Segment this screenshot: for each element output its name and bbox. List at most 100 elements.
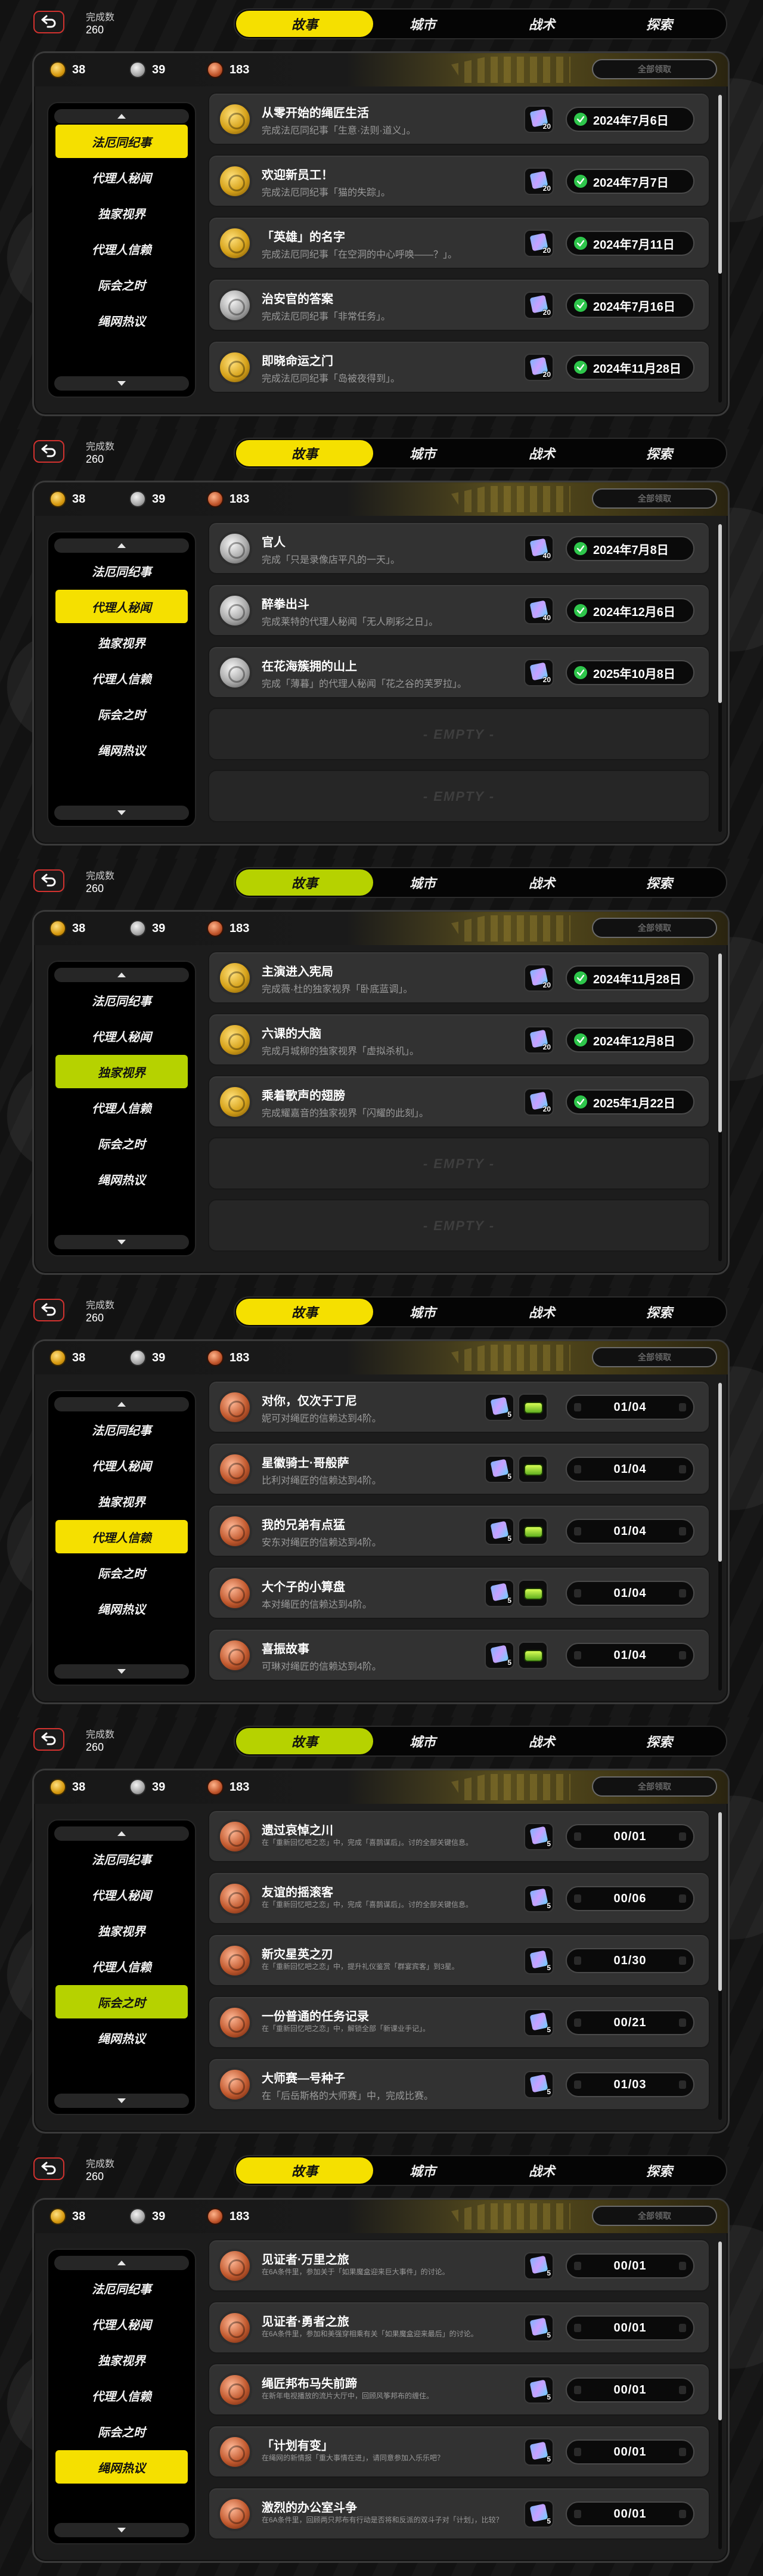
scrollbar-thumb[interactable] [718,2241,722,2420]
back-button[interactable] [33,2157,64,2180]
claim-all-button[interactable]: 全部领取 [592,2206,717,2226]
claim-all-button[interactable]: 全部领取 [592,59,717,79]
tab-explore[interactable]: 探索 [591,440,727,466]
achievement-row[interactable]: 即晓命运之门 完成法厄同纪事「岛被夜得到」。 20 2024年11月28日 [208,340,710,393]
achievement-row[interactable]: 一份普通的任务记录 在「重新回忆吧之恋」中，解锁全部「新课业手记」。 5 00/21 [208,1996,710,2048]
tab-city[interactable]: 城市 [354,11,491,37]
tab-story[interactable]: 故事 [236,11,373,37]
sidebar-item-encounter-time[interactable]: 际会之时 [55,1126,188,1160]
sidebar-item-inter-knot-hot[interactable]: 绳网热议 [55,1592,188,1625]
sidebar-scroll-up[interactable] [54,2256,189,2270]
claim-all-button[interactable]: 全部领取 [592,1776,717,1797]
achievement-row[interactable]: 大个子的小算盘 本对绳匠的信赖达到4阶。 5 01/04 [208,1566,710,1619]
achievement-row[interactable]: 见证者·勇者之旅 在6A条件里，参加和美强穿相乘有关「如果魔盒迎来最后」的讨论。 5… [208,2301,710,2354]
tab-explore[interactable]: 探索 [591,1299,727,1325]
sidebar-scroll-up[interactable] [54,538,189,553]
sidebar-item-phaethon-chronicles[interactable]: 法厄同纪事 [55,1842,188,1875]
tab-explore[interactable]: 探索 [591,869,727,896]
achievement-row[interactable]: 见证者·万里之旅 在6A条件里，参加关于「如果魔盒迎来巨大事件」的讨论。 5 00/0… [208,2239,710,2292]
tab-story[interactable]: 故事 [236,1299,373,1325]
sidebar-item-phaethon-chronicles[interactable]: 法厄同纪事 [55,983,188,1017]
sidebar-item-agent-stories[interactable]: 代理人秘闻 [55,1878,188,1911]
scrollbar-thumb[interactable] [718,1812,722,1991]
sidebar-item-encounter-time[interactable]: 际会之时 [55,2414,188,2448]
achievement-row[interactable]: 我的兄弟有点猛 安东对绳匠的信赖达到4阶。 5 01/04 [208,1504,710,1557]
tab-story[interactable]: 故事 [236,2157,373,2184]
sidebar-item-agent-stories[interactable]: 代理人秘闻 [55,160,188,194]
achievement-row[interactable]: 醉拳出斗 完成莱特的代理人秘闻「无人刷彩之日」。 40 2024年12月6日 [208,584,710,636]
list-scrollbar[interactable] [718,524,722,832]
tab-explore[interactable]: 探索 [591,2157,727,2184]
tab-story[interactable]: 故事 [236,440,373,466]
tab-city[interactable]: 城市 [354,1299,491,1325]
sidebar-item-encounter-time[interactable]: 际会之时 [55,268,188,301]
achievement-row[interactable]: 官人 完成「只是录像店平凡的一天」。 40 2024年7月8日 [208,522,710,574]
sidebar-scroll-up[interactable] [54,109,189,123]
sidebar-scroll-down[interactable] [54,806,189,820]
sidebar-item-encounter-time[interactable]: 际会之时 [55,1556,188,1589]
achievement-row[interactable]: 友谊的摇滚客 在「重新回忆吧之恋」中，完成「喜鹊谋后」。讨的全部关键信息。 5 00/… [208,1872,710,1924]
scrollbar-thumb[interactable] [718,1383,722,1562]
sidebar-item-agent-trust[interactable]: 代理人信赖 [55,661,188,695]
achievement-row[interactable]: 绳匠邦布马失前蹄 在新年电视播放的流片大厅中，回顾风筝邦布的缠住。 5 00/01 [208,2363,710,2416]
achievement-row[interactable]: 星徽骑士·哥般萨 比利对绳匠的信赖达到4阶。 5 01/04 [208,1442,710,1495]
list-scrollbar[interactable] [718,953,722,1261]
tab-tactics[interactable]: 战术 [473,869,610,896]
achievement-row[interactable]: 遗过哀悼之川 在「重新回忆吧之恋」中，完成「喜鹊谋后」。讨的全部关键信息。 5 00/… [208,1810,710,1862]
claim-all-button[interactable]: 全部领取 [592,488,717,509]
sidebar-item-inter-knot-hot[interactable]: 绳网热议 [55,733,188,766]
achievement-row[interactable]: 喜振故事 可琳对绳匠的信赖达到4阶。 5 01/04 [208,1628,710,1681]
achievement-row[interactable]: 乘着歌声的翅膀 完成耀嘉音的独家视界「闪耀的此刻」。 20 2025年1月22日 [208,1075,710,1128]
sidebar-item-phaethon-chronicles[interactable]: 法厄同纪事 [55,125,188,158]
tab-tactics[interactable]: 战术 [473,1728,610,1754]
sidebar-item-encounter-time[interactable]: 际会之时 [55,697,188,730]
sidebar-item-exclusive-vision[interactable]: 独家视界 [55,1055,188,1088]
sidebar-scroll-down[interactable] [54,1664,189,1679]
achievement-row[interactable]: 「计划有变」 在绳网的新情报「重大事情在进」，请同意参加入乐乐吧？ 5 00/01 [208,2425,710,2478]
back-button[interactable] [33,1299,64,1321]
sidebar-item-phaethon-chronicles[interactable]: 法厄同纪事 [55,1413,188,1446]
achievement-row[interactable]: 新灾星英之刃 在「重新回忆吧之恋」中，提升礼仪鉴赏「群宴宾客」到3星。 5 01/30 [208,1934,710,1986]
sidebar-item-agent-stories[interactable]: 代理人秘闻 [55,2307,188,2340]
sidebar-item-exclusive-vision[interactable]: 独家视界 [55,1484,188,1518]
sidebar-scroll-up[interactable] [54,1826,189,1841]
sidebar-scroll-down[interactable] [54,376,189,391]
tab-city[interactable]: 城市 [354,869,491,896]
list-scrollbar[interactable] [718,1812,722,2120]
achievement-row[interactable]: 从零开始的绳匠生活 完成法厄同纪事「生意·法则·道义」。 20 2024年7月6日 [208,92,710,145]
sidebar-item-agent-trust[interactable]: 代理人信赖 [55,2379,188,2412]
tab-tactics[interactable]: 战术 [473,1299,610,1325]
tab-tactics[interactable]: 战术 [473,440,610,466]
list-scrollbar[interactable] [718,95,722,402]
sidebar-item-agent-stories[interactable]: 代理人秘闻 [55,590,188,623]
claim-all-button[interactable]: 全部领取 [592,918,717,938]
back-button[interactable] [33,440,64,463]
sidebar-scroll-down[interactable] [54,2523,189,2537]
scrollbar-thumb[interactable] [718,95,722,274]
sidebar-item-agent-trust[interactable]: 代理人信赖 [55,1091,188,1124]
achievement-row[interactable]: 「英雄」的名字 完成法厄同纪事「在空洞的中心呼唤——？」。 20 2024年7月11日 [208,216,710,269]
achievement-row[interactable]: 主演进入宪局 完成薇·杜的独家视界「卧底蓝调」。 20 2024年11月28日 [208,951,710,1004]
sidebar-item-agent-trust[interactable]: 代理人信赖 [55,1949,188,1983]
sidebar-item-exclusive-vision[interactable]: 独家视界 [55,626,188,659]
sidebar-item-agent-stories[interactable]: 代理人秘闻 [55,1448,188,1482]
achievement-row[interactable]: 大师赛—号种子 在「后岳斯格的大师赛」中，完成比赛。 5 01/03 [208,2058,710,2110]
sidebar-item-inter-knot-hot[interactable]: 绳网热议 [55,2021,188,2054]
achievement-row[interactable]: 激烈的办公室斗争 在6A条件里，回顾两只邦布有行动是否将和反派的双斗子对「计划」，… [208,2487,710,2540]
achievement-row[interactable]: 欢迎新员工！ 完成法厄同纪事「猫的失踪」。 20 2024年7月7日 [208,154,710,207]
achievement-row[interactable]: 在花海簇拥的山上 完成「薄暮」的代理人秘闻「花之谷的芙罗拉」。 20 2025年10月… [208,646,710,698]
sidebar-item-agent-trust[interactable]: 代理人信赖 [55,1520,188,1553]
achievement-row[interactable]: 对你，仅次于丁尼 妮可对绳匠的信赖达到4阶。 5 01/04 [208,1380,710,1433]
sidebar-scroll-up[interactable] [54,1397,189,1411]
sidebar-item-phaethon-chronicles[interactable]: 法厄同纪事 [55,554,188,587]
sidebar-item-agent-trust[interactable]: 代理人信赖 [55,232,188,265]
back-button[interactable] [33,1728,64,1751]
scrollbar-thumb[interactable] [718,524,722,703]
sidebar-item-exclusive-vision[interactable]: 独家视界 [55,1914,188,1947]
list-scrollbar[interactable] [718,1383,722,1690]
sidebar-item-agent-stories[interactable]: 代理人秘闻 [55,1019,188,1052]
sidebar-item-inter-knot-hot[interactable]: 绳网热议 [55,1162,188,1196]
tab-city[interactable]: 城市 [354,1728,491,1754]
sidebar-item-exclusive-vision[interactable]: 独家视界 [55,2343,188,2376]
tab-city[interactable]: 城市 [354,440,491,466]
